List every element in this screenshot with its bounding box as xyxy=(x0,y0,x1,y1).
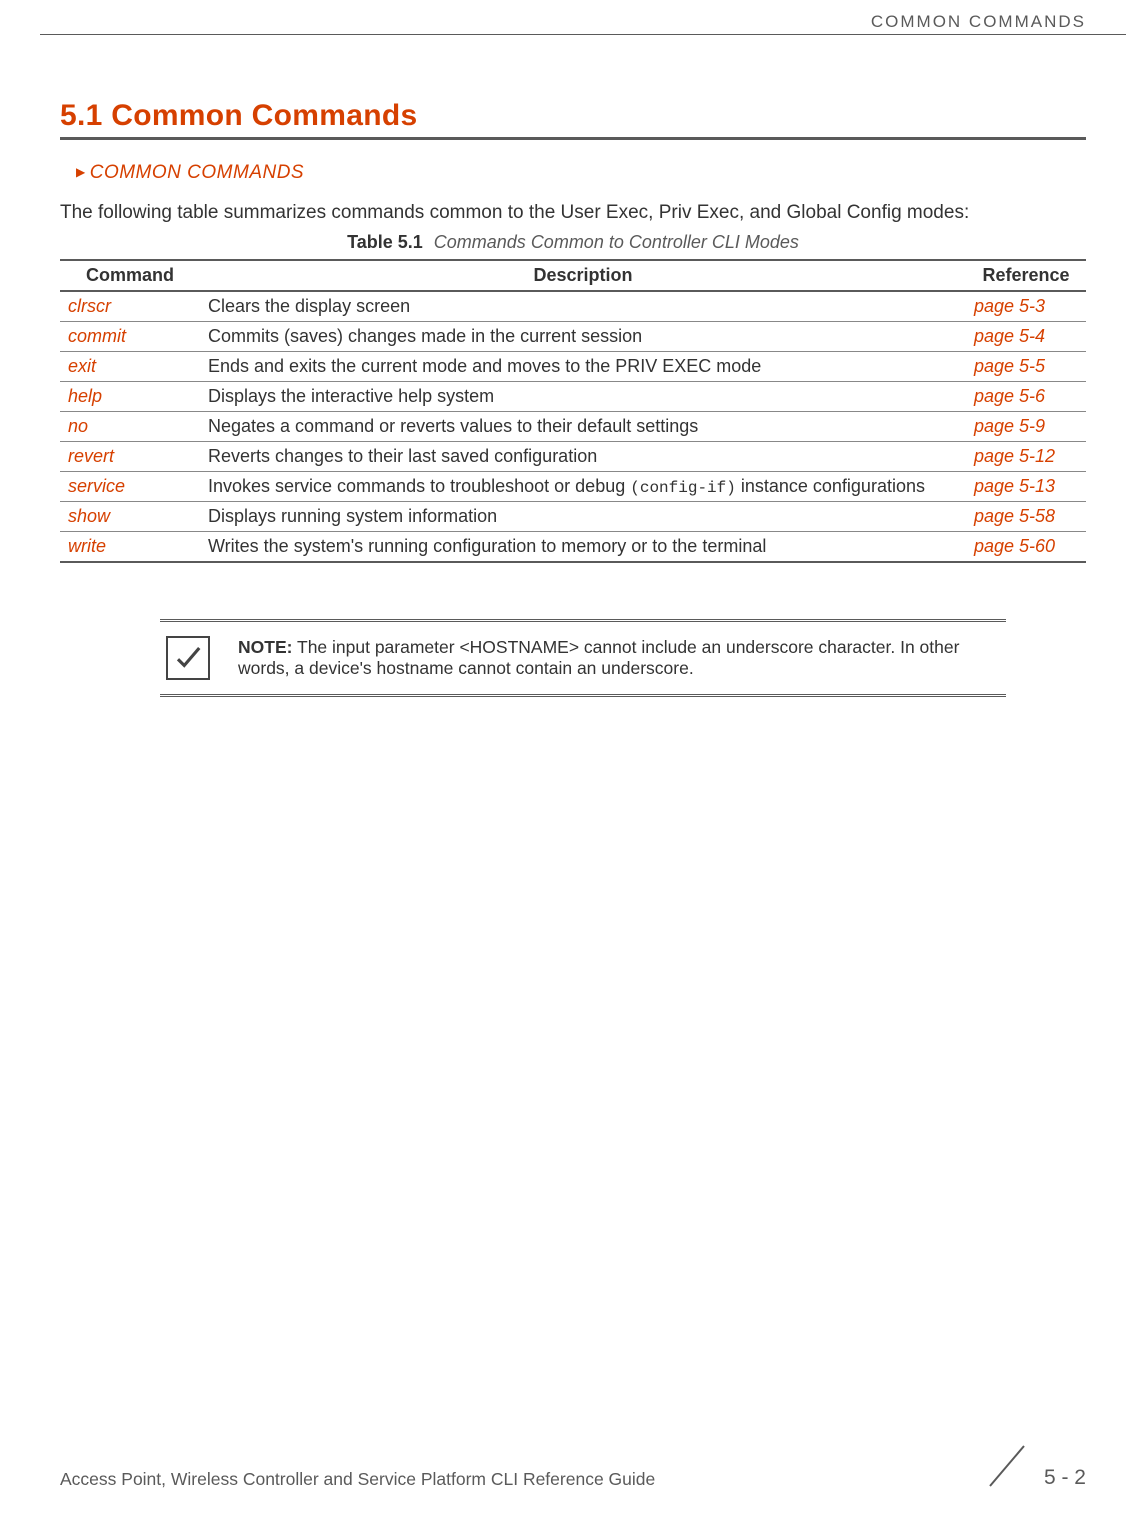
checkmark-icon xyxy=(166,636,210,680)
cmd-desc: Ends and exits the current mode and move… xyxy=(200,352,966,382)
cmd-name: no xyxy=(60,412,200,442)
cmd-name: clrscr xyxy=(60,291,200,322)
breadcrumb-arrow-icon: ▶ xyxy=(76,165,86,179)
cmd-name: commit xyxy=(60,322,200,352)
table-row: write Writes the system's running config… xyxy=(60,532,1086,563)
ref-link[interactable]: page 5-6 xyxy=(974,386,1045,406)
cmd-ref: page 5-13 xyxy=(966,472,1086,502)
col-command: Command xyxy=(60,260,200,291)
table-caption: Table 5.1 Commands Common to Controller … xyxy=(60,232,1086,253)
breadcrumb-label: COMMON COMMANDS xyxy=(90,162,304,183)
cmd-desc: Displays the interactive help system xyxy=(200,382,966,412)
note-body: The input parameter <HOSTNAME> cannot in… xyxy=(238,637,959,678)
cmd-name: help xyxy=(60,382,200,412)
ref-link[interactable]: page 5-9 xyxy=(974,416,1045,436)
cmd-desc: Displays running system information xyxy=(200,502,966,532)
table-header-row: Command Description Reference xyxy=(60,260,1086,291)
ref-link[interactable]: page 5-13 xyxy=(974,476,1055,496)
table-row: no Negates a command or reverts values t… xyxy=(60,412,1086,442)
page-footer: Access Point, Wireless Controller and Se… xyxy=(60,1440,1086,1490)
cmd-desc-post: instance configurations xyxy=(736,476,925,496)
table-row: clrscr Clears the display screen page 5-… xyxy=(60,291,1086,322)
table-row: service Invokes service commands to trou… xyxy=(60,472,1086,502)
ref-link[interactable]: page 5-60 xyxy=(974,536,1055,556)
running-head: COMMON COMMANDS xyxy=(40,12,1126,35)
cmd-ref: page 5-4 xyxy=(966,322,1086,352)
cmd-desc: Writes the system's running configuratio… xyxy=(200,532,966,563)
cmd-ref: page 5-58 xyxy=(966,502,1086,532)
footer-title: Access Point, Wireless Controller and Se… xyxy=(60,1469,655,1490)
note-block: NOTE: The input parameter <HOSTNAME> can… xyxy=(160,619,1006,697)
ref-link[interactable]: page 5-12 xyxy=(974,446,1055,466)
commands-table: Command Description Reference clrscr Cle… xyxy=(60,259,1086,563)
col-reference: Reference xyxy=(966,260,1086,291)
table-row: commit Commits (saves) changes made in t… xyxy=(60,322,1086,352)
cmd-desc-mono: (config-if) xyxy=(630,479,736,497)
cmd-name: write xyxy=(60,532,200,563)
cmd-ref: page 5-5 xyxy=(966,352,1086,382)
col-description: Description xyxy=(200,260,966,291)
table-row: revert Reverts changes to their last sav… xyxy=(60,442,1086,472)
ref-link[interactable]: page 5-58 xyxy=(974,506,1055,526)
caption-text: Commands Common to Controller CLI Modes xyxy=(434,232,799,252)
ref-link[interactable]: page 5-5 xyxy=(974,356,1045,376)
table-row: show Displays running system information… xyxy=(60,502,1086,532)
cmd-desc-pre: Invokes service commands to troubleshoot… xyxy=(208,476,630,496)
intro-text: The following table summarizes commands … xyxy=(60,202,1086,224)
cmd-ref: page 5-6 xyxy=(966,382,1086,412)
note-label: NOTE: xyxy=(238,637,292,657)
footer-slash-icon xyxy=(984,1440,1030,1490)
page-number: 5 - 2 xyxy=(1044,1466,1086,1490)
cmd-desc: Invokes service commands to troubleshoot… xyxy=(200,472,966,502)
caption-label: Table 5.1 xyxy=(347,232,423,252)
note-text: NOTE: The input parameter <HOSTNAME> can… xyxy=(238,637,1000,679)
section-title: 5.1 Common Commands xyxy=(60,99,1086,140)
cmd-desc: Clears the display screen xyxy=(200,291,966,322)
ref-link[interactable]: page 5-3 xyxy=(974,296,1045,316)
cmd-name: exit xyxy=(60,352,200,382)
cmd-ref: page 5-3 xyxy=(966,291,1086,322)
cmd-name: revert xyxy=(60,442,200,472)
cmd-ref: page 5-12 xyxy=(966,442,1086,472)
table-row: exit Ends and exits the current mode and… xyxy=(60,352,1086,382)
ref-link[interactable]: page 5-4 xyxy=(974,326,1045,346)
cmd-name: service xyxy=(60,472,200,502)
cmd-desc: Negates a command or reverts values to t… xyxy=(200,412,966,442)
breadcrumb[interactable]: ▶ COMMON COMMANDS xyxy=(60,162,1086,184)
cmd-ref: page 5-60 xyxy=(966,532,1086,563)
cmd-desc: Commits (saves) changes made in the curr… xyxy=(200,322,966,352)
cmd-name: show xyxy=(60,502,200,532)
cmd-desc: Reverts changes to their last saved conf… xyxy=(200,442,966,472)
table-row: help Displays the interactive help syste… xyxy=(60,382,1086,412)
cmd-ref: page 5-9 xyxy=(966,412,1086,442)
